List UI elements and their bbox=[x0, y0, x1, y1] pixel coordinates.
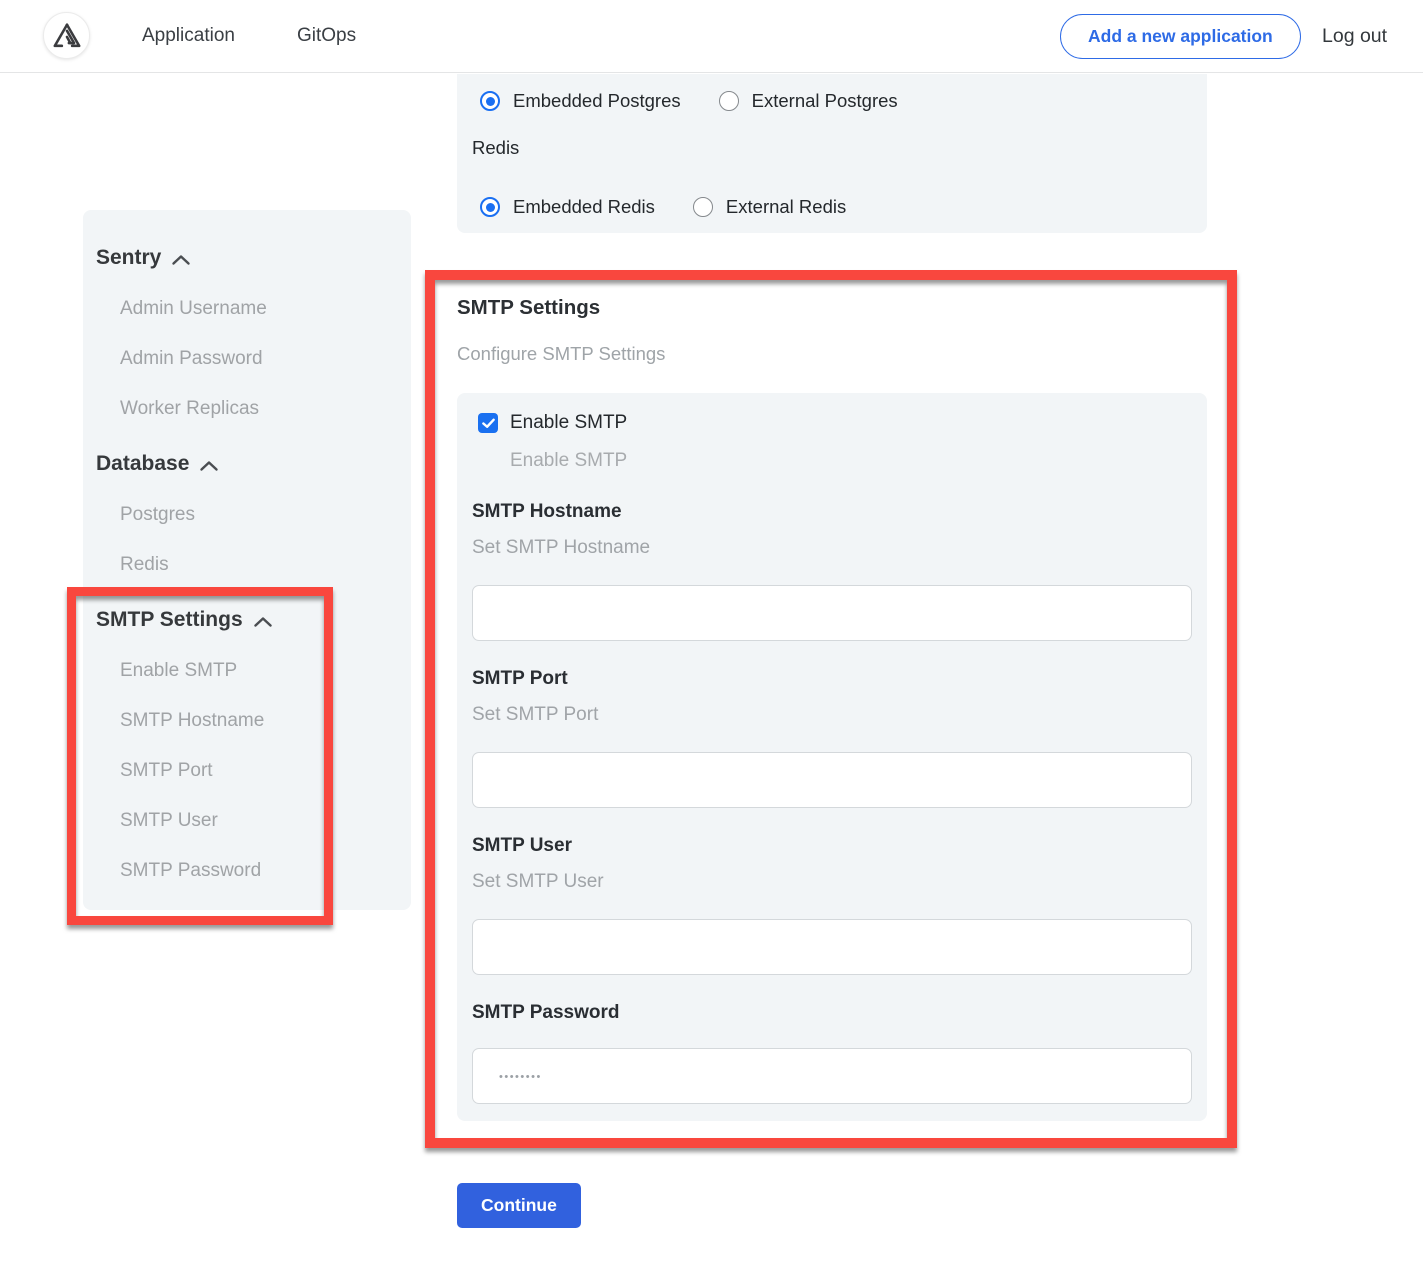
smtp-port-label: SMTP Port bbox=[472, 668, 1192, 689]
chevron-up-icon bbox=[171, 254, 191, 266]
sentry-logo-icon[interactable] bbox=[43, 12, 90, 59]
config-page: Application GitOps Add a new application… bbox=[0, 0, 1423, 1270]
sidebar-section-sentry[interactable]: Sentry bbox=[96, 246, 411, 270]
smtp-user-helper: Set SMTP User bbox=[472, 871, 1192, 892]
redis-radio-group: Embedded Redis External Redis bbox=[480, 196, 846, 218]
radio-label: Embedded Redis bbox=[513, 196, 655, 218]
enable-smtp-helper-text: Enable SMTP bbox=[510, 450, 1192, 471]
smtp-hostname-input[interactable] bbox=[472, 585, 1192, 641]
config-sidebar: Sentry Admin Username Admin Password Wor… bbox=[83, 210, 411, 910]
radio-embedded-redis[interactable]: Embedded Redis bbox=[480, 196, 655, 218]
smtp-password-label: SMTP Password bbox=[472, 1002, 1192, 1023]
sidebar-section-database[interactable]: Database bbox=[96, 452, 411, 476]
chevron-up-icon bbox=[199, 460, 219, 472]
radio-unchecked-icon bbox=[719, 91, 739, 111]
sidebar-item-smtp-hostname[interactable]: SMTP Hostname bbox=[120, 710, 411, 732]
nav-tab-application[interactable]: Application bbox=[142, 0, 235, 72]
smtp-password-input[interactable] bbox=[472, 1048, 1192, 1104]
sidebar-item-smtp-user[interactable]: SMTP User bbox=[120, 810, 411, 832]
sentry-logo-glyph bbox=[52, 21, 82, 51]
smtp-form-panel: Enable SMTP Enable SMTP SMTP Hostname Se… bbox=[457, 393, 1207, 1121]
sidebar-item-smtp-port[interactable]: SMTP Port bbox=[120, 760, 411, 782]
radio-label: External Postgres bbox=[752, 90, 898, 112]
radio-label: External Redis bbox=[726, 196, 846, 218]
top-nav-bar: Application GitOps Add a new application… bbox=[0, 0, 1423, 73]
radio-external-redis[interactable]: External Redis bbox=[693, 196, 846, 218]
smtp-card-title: SMTP Settings bbox=[457, 296, 600, 320]
sidebar-section-title: Sentry bbox=[96, 246, 161, 270]
smtp-user-input[interactable] bbox=[472, 919, 1192, 975]
nav-tab-gitops[interactable]: GitOps bbox=[297, 0, 356, 72]
logout-link[interactable]: Log out bbox=[1322, 0, 1387, 72]
smtp-port-input[interactable] bbox=[472, 752, 1192, 808]
radio-embedded-postgres[interactable]: Embedded Postgres bbox=[480, 90, 681, 112]
radio-checked-icon bbox=[480, 91, 500, 111]
smtp-user-label: SMTP User bbox=[472, 835, 1192, 856]
smtp-port-helper: Set SMTP Port bbox=[472, 704, 1192, 725]
sidebar-item-admin-password[interactable]: Admin Password bbox=[120, 348, 411, 370]
database-config-panel: Embedded Postgres External Postgres Redi… bbox=[457, 74, 1207, 233]
continue-button[interactable]: Continue bbox=[457, 1183, 581, 1228]
radio-checked-icon bbox=[480, 197, 500, 217]
sidebar-item-redis[interactable]: Redis bbox=[120, 554, 411, 576]
sidebar-item-smtp-password[interactable]: SMTP Password bbox=[120, 860, 411, 882]
radio-label: Embedded Postgres bbox=[513, 90, 681, 112]
redis-group-label: Redis bbox=[472, 137, 519, 159]
radio-unchecked-icon bbox=[693, 197, 713, 217]
sidebar-item-enable-smtp[interactable]: Enable SMTP bbox=[120, 660, 411, 682]
smtp-hostname-helper: Set SMTP Hostname bbox=[472, 537, 1192, 558]
sidebar-item-postgres[interactable]: Postgres bbox=[120, 504, 411, 526]
sidebar-item-worker-replicas[interactable]: Worker Replicas bbox=[120, 398, 411, 420]
radio-external-postgres[interactable]: External Postgres bbox=[719, 90, 898, 112]
add-new-application-button[interactable]: Add a new application bbox=[1060, 14, 1301, 59]
sidebar-section-smtp-settings[interactable]: SMTP Settings bbox=[96, 608, 411, 632]
sidebar-section-title: Database bbox=[96, 452, 189, 476]
postgres-radio-group: Embedded Postgres External Postgres bbox=[480, 90, 898, 112]
smtp-hostname-label: SMTP Hostname bbox=[472, 501, 1192, 522]
checkbox-checked-icon[interactable] bbox=[478, 413, 498, 433]
sidebar-item-admin-username[interactable]: Admin Username bbox=[120, 298, 411, 320]
smtp-card-subtitle: Configure SMTP Settings bbox=[457, 343, 665, 365]
enable-smtp-label: Enable SMTP bbox=[510, 412, 627, 434]
chevron-up-icon bbox=[253, 616, 273, 628]
enable-smtp-checkbox-row[interactable]: Enable SMTP bbox=[478, 412, 1192, 434]
sidebar-section-title: SMTP Settings bbox=[96, 608, 243, 632]
